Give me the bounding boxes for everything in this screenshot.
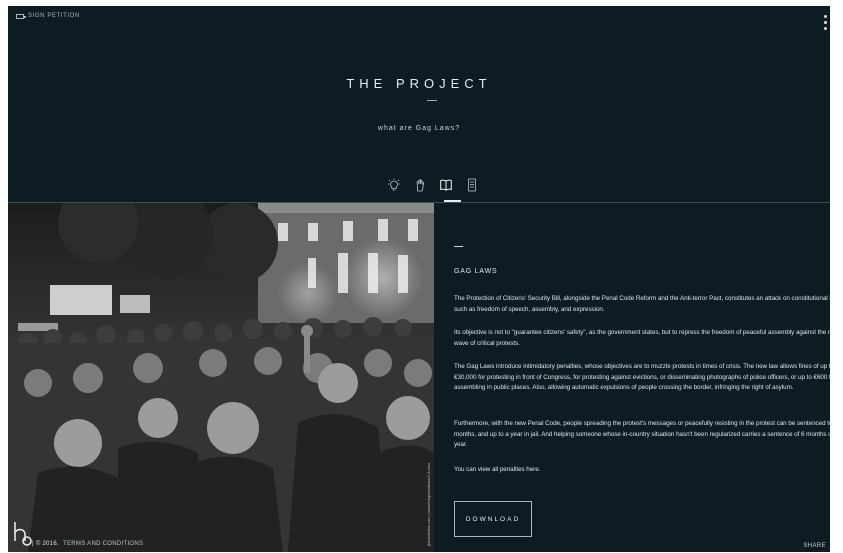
content-divider <box>454 246 463 247</box>
footer-copyright: | © 2016. TERMS AND CONDITIONS <box>32 541 143 547</box>
content-heading: GAG LAWS <box>454 268 498 275</box>
section-nav <box>388 178 478 192</box>
title-divider <box>427 100 437 101</box>
page-subtitle: what are Gag Laws? <box>377 125 461 132</box>
lightbulb-icon[interactable] <box>388 178 400 192</box>
terms-link[interactable]: TERMS AND CONDITIONS <box>63 541 143 547</box>
download-button[interactable]: DOWNLOAD <box>454 501 532 537</box>
photo-watermark: jramonfotos.com | www.fotoperiodismo2.0.… <box>426 463 431 546</box>
sign-petition-link[interactable]: SIGN PETITION <box>16 13 80 19</box>
site-logo[interactable] <box>11 519 33 547</box>
paragraph-3: The Gag Laws introduce intimidatory pena… <box>454 363 830 392</box>
page-title: THE PROJECT <box>346 76 492 91</box>
paragraph-4: Furthermore, with the new Penal Code, pe… <box>454 420 830 449</box>
content-panel: GAG LAWS The Protection of Citizens' Sec… <box>454 203 830 552</box>
kebab-menu-icon[interactable] <box>824 15 828 30</box>
book-icon[interactable] <box>440 178 452 192</box>
app-frame: SIGN PETITION THE PROJECT what are Gag L… <box>8 6 830 552</box>
paragraph-1: The Protection of Citizens' Security Bil… <box>454 295 830 313</box>
penalties-link-text[interactable]: You can view all penalties here. <box>454 465 830 476</box>
megaphone-icon <box>16 13 26 19</box>
protest-photo <box>8 203 434 552</box>
hand-icon[interactable] <box>414 178 426 192</box>
share-button[interactable]: SHARE <box>803 543 826 549</box>
copyright-text: | © 2016. <box>32 541 60 547</box>
document-icon[interactable] <box>466 178 478 192</box>
sign-petition-label: SIGN PETITION <box>28 13 80 19</box>
paragraph-2: Its objective is not to "guarantee citiz… <box>454 329 830 347</box>
